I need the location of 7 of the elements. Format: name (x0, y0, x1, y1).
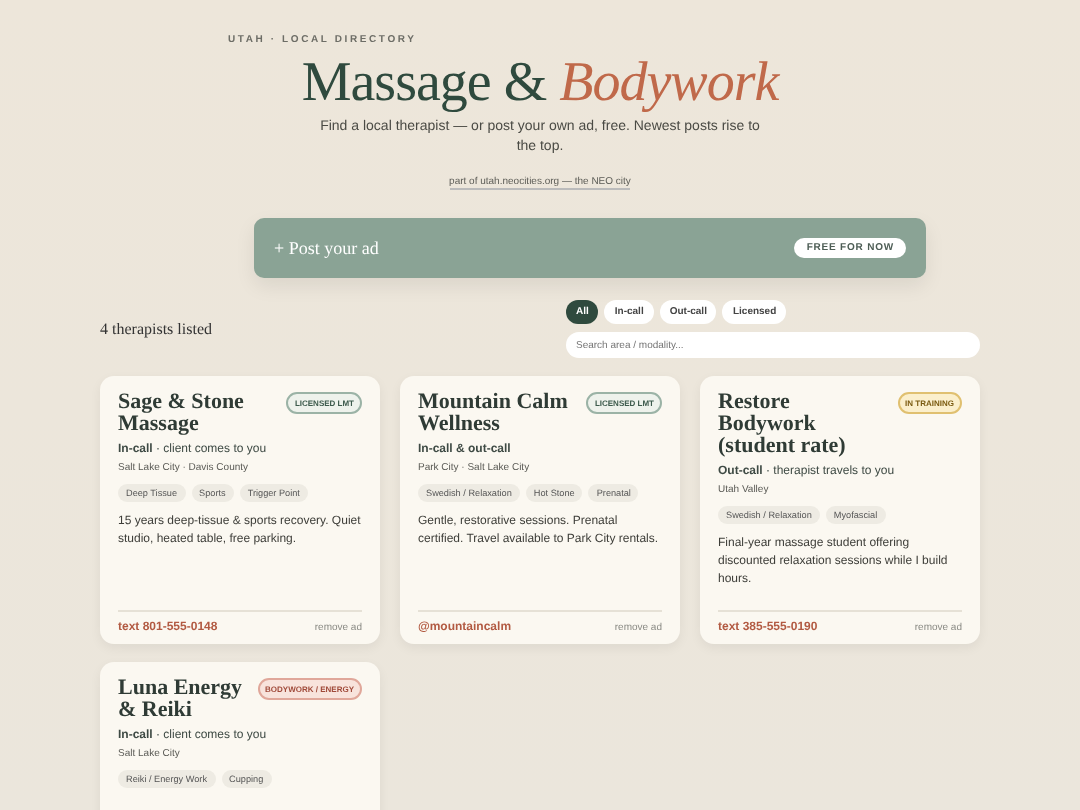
listing-count: 4 therapists listed (100, 320, 212, 338)
post-ad-label[interactable]: + Post your ad (274, 238, 379, 258)
listing-name: Sage & Stone Massage (118, 392, 246, 436)
listing-name: Luna Energy & Reiki (118, 678, 245, 722)
listing-name: Restore Bodywork (student rate) (718, 392, 848, 458)
listing-name: Mountain Calm Wellness (418, 392, 570, 436)
page-title: Massage & Bodywork (299, 56, 782, 112)
